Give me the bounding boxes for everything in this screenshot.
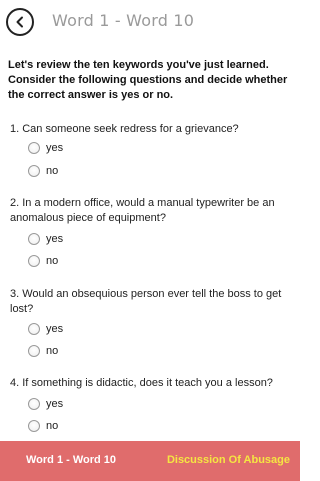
radio-button[interactable] (28, 233, 40, 245)
back-button[interactable] (6, 8, 34, 36)
option-label: yes (46, 323, 64, 335)
radio-button[interactable] (28, 165, 40, 177)
footer-current-section[interactable]: Word 1 - Word 10 (26, 454, 116, 466)
option-label: no (46, 345, 59, 357)
radio-button[interactable] (28, 420, 40, 432)
option-label: yes (46, 398, 64, 410)
radio-button[interactable] (28, 142, 40, 154)
question-1-option-no[interactable]: no (28, 163, 58, 179)
radio-button[interactable] (28, 323, 40, 335)
question-3-option-yes[interactable]: yes (28, 321, 63, 337)
option-label: yes (46, 233, 64, 245)
option-label: yes (46, 142, 64, 154)
header-bar: Word 1 - Word 10 (0, 0, 300, 44)
radio-button[interactable] (28, 255, 40, 267)
question-2: 2. In a modern office, would a manual ty… (10, 197, 275, 224)
question-3: 3. Would an obsequious person ever tell … (10, 288, 282, 315)
question-1: 1. Can someone seek redress for a grieva… (10, 123, 239, 135)
chevron-left-icon (16, 16, 23, 28)
question-4: 4. If something is didactic, does it tea… (10, 377, 273, 389)
footer-bar: Word 1 - Word 10 Discussion Of Abusage (0, 441, 300, 481)
intro-text: Let's review the ten keywords you've jus… (8, 59, 288, 101)
question-3-option-no[interactable]: no (28, 343, 58, 359)
option-label: no (46, 420, 59, 432)
footer-next-link[interactable]: Discussion Of Abusage (167, 454, 290, 466)
question-2-option-no[interactable]: no (28, 253, 58, 269)
option-label: no (46, 165, 59, 177)
question-2-option-yes[interactable]: yes (28, 231, 63, 247)
question-4-option-yes[interactable]: yes (28, 396, 63, 412)
question-1-option-yes[interactable]: yes (28, 140, 63, 156)
option-label: no (46, 255, 59, 267)
page-title: Word 1 - Word 10 (52, 11, 195, 30)
radio-button[interactable] (28, 345, 40, 357)
question-4-option-no[interactable]: no (28, 418, 58, 434)
radio-button[interactable] (28, 398, 40, 410)
